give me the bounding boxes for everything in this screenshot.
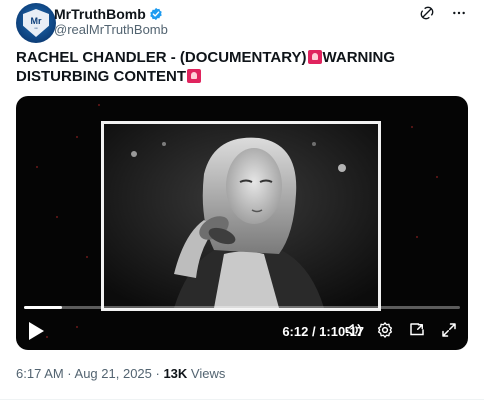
- rotating-light-icon: [307, 50, 322, 64]
- ember-speck: [36, 166, 38, 168]
- avatar[interactable]: Mr ▪▪▪: [16, 3, 56, 43]
- video-player[interactable]: 6:12 / 1:10:17: [16, 96, 468, 350]
- video-still-image: [104, 124, 378, 308]
- play-icon[interactable]: [24, 319, 48, 343]
- tweet: Mr ▪▪▪ MrTruthBomb @realMrTruthBomb RACH…: [0, 0, 484, 400]
- tweet-timestamp[interactable]: 6:17 AM · Aug 21, 2025 ·: [16, 366, 163, 381]
- video-progress-bar[interactable]: [24, 306, 460, 309]
- avatar-text: Mr: [30, 15, 42, 26]
- author-handle[interactable]: @realMrTruthBomb: [54, 22, 168, 37]
- author-display-name[interactable]: MrTruthBomb: [54, 6, 146, 22]
- picture-in-picture-icon[interactable]: [406, 319, 428, 341]
- views-label: Views: [190, 366, 226, 381]
- views-count: 13K: [163, 366, 188, 381]
- top-actions: [418, 4, 468, 22]
- ember-speck: [411, 126, 413, 128]
- fullscreen-icon[interactable]: [438, 319, 460, 341]
- tweet-text-part1: RACHEL CHANDLER - (DOCUMENTARY): [16, 49, 307, 66]
- more-icon[interactable]: [450, 4, 468, 22]
- rotating-light-icon: [187, 69, 201, 83]
- avatar-badge: Mr ▪▪▪: [23, 9, 49, 37]
- settings-icon[interactable]: [374, 319, 396, 341]
- ember-speck: [76, 136, 78, 138]
- ember-speck: [56, 216, 58, 218]
- tweet-meta: 6:17 AM · Aug 21, 2025 · 13K Views: [16, 366, 225, 381]
- volume-icon[interactable]: [342, 319, 364, 341]
- video-controls: 6:12 / 1:10:17: [16, 316, 468, 346]
- video-frame: [101, 121, 381, 311]
- ember-speck: [436, 176, 438, 178]
- video-progress-fill: [24, 306, 63, 309]
- tweet-text: RACHEL CHANDLER - (DOCUMENTARY) WARNING D…: [16, 48, 468, 86]
- video-control-icons: [342, 319, 460, 341]
- verified-badge-icon[interactable]: [149, 7, 163, 21]
- ember-speck: [86, 256, 88, 258]
- grok-icon[interactable]: [418, 4, 436, 22]
- author-display-name-row: MrTruthBomb: [54, 6, 163, 22]
- ember-speck: [98, 104, 100, 106]
- ember-speck: [416, 236, 418, 238]
